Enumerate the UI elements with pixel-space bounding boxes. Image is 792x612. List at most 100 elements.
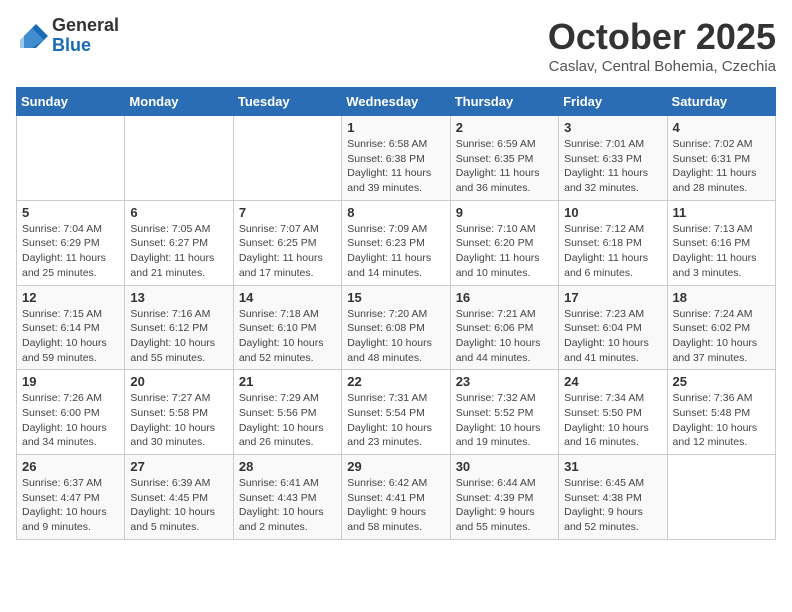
calendar-cell: 21 Sunrise: 7:29 AM Sunset: 5:56 PM Dayli… [233,370,341,455]
day-info: Sunrise: 7:05 AM Sunset: 6:27 PM Dayligh… [130,222,227,281]
day-info: Sunrise: 7:07 AM Sunset: 6:25 PM Dayligh… [239,222,336,281]
calendar-cell: 6 Sunrise: 7:05 AM Sunset: 6:27 PM Daylig… [125,200,233,285]
day-number: 11 [673,205,770,220]
logo-icon [16,20,48,52]
day-info: Sunrise: 7:24 AM Sunset: 6:02 PM Dayligh… [673,307,770,366]
day-number: 5 [22,205,119,220]
day-info: Sunrise: 7:29 AM Sunset: 5:56 PM Dayligh… [239,391,336,450]
calendar-cell: 11 Sunrise: 7:13 AM Sunset: 6:16 PM Dayli… [667,200,775,285]
day-number: 10 [564,205,661,220]
title-area: October 2025 Caslav, Central Bohemia, Cz… [548,16,776,75]
day-number: 2 [456,120,553,135]
calendar-cell: 26Sunrise: 6:37 AM Sunset: 4:47 PM Dayli… [17,455,125,540]
calendar-cell: 20 Sunrise: 7:27 AM Sunset: 5:58 PM Dayli… [125,370,233,455]
calendar-cell: 29 Sunrise: 6:42 AM Sunset: 4:41 PM Dayli… [342,455,450,540]
day-of-week-header: Tuesday [233,88,341,116]
day-info: Sunrise: 7:32 AM Sunset: 5:52 PM Dayligh… [456,391,553,450]
calendar-cell: 14Sunrise: 7:18 AM Sunset: 6:10 PM Dayli… [233,285,341,370]
day-of-week-header: Wednesday [342,88,450,116]
calendar-cell: 12 Sunrise: 7:15 AM Sunset: 6:14 PM Dayli… [17,285,125,370]
calendar-cell: 18 Sunrise: 7:24 AM Sunset: 6:02 PM Dayli… [667,285,775,370]
logo: General Blue [16,16,119,56]
day-number: 15 [347,290,444,305]
day-info: Sunrise: 7:31 AM Sunset: 5:54 PM Dayligh… [347,391,444,450]
logo-blue-text: Blue [52,36,119,56]
day-of-week-header: Saturday [667,88,775,116]
day-info: Sunrise: 6:39 AM Sunset: 4:45 PM Dayligh… [130,476,227,535]
day-number: 18 [673,290,770,305]
day-number: 22 [347,374,444,389]
day-of-week-header: Thursday [450,88,558,116]
calendar-cell: 7 Sunrise: 7:07 AM Sunset: 6:25 PM Daylig… [233,200,341,285]
day-of-week-header: Sunday [17,88,125,116]
calendar-cell: 5 Sunrise: 7:04 AM Sunset: 6:29 PM Daylig… [17,200,125,285]
day-info: Sunrise: 7:10 AM Sunset: 6:20 PM Dayligh… [456,222,553,281]
day-info: Sunrise: 7:02 AM Sunset: 6:31 PM Dayligh… [673,137,770,196]
calendar-cell: 4 Sunrise: 7:02 AM Sunset: 6:31 PM Daylig… [667,116,775,201]
calendar-cell: 2 Sunrise: 6:59 AM Sunset: 6:35 PM Daylig… [450,116,558,201]
day-info: Sunrise: 7:27 AM Sunset: 5:58 PM Dayligh… [130,391,227,450]
day-number: 31 [564,459,661,474]
day-info: Sunrise: 7:18 AM Sunset: 6:10 PM Dayligh… [239,307,336,366]
week-row: 5 Sunrise: 7:04 AM Sunset: 6:29 PM Daylig… [17,200,776,285]
day-number: 24 [564,374,661,389]
day-number: 12 [22,290,119,305]
day-number: 9 [456,205,553,220]
calendar-cell [233,116,341,201]
day-number: 1 [347,120,444,135]
week-row: 12 Sunrise: 7:15 AM Sunset: 6:14 PM Dayli… [17,285,776,370]
calendar-cell: 23 Sunrise: 7:32 AM Sunset: 5:52 PM Dayli… [450,370,558,455]
day-number: 16 [456,290,553,305]
calendar-cell: 15Sunrise: 7:20 AM Sunset: 6:08 PM Dayli… [342,285,450,370]
day-info: Sunrise: 6:58 AM Sunset: 6:38 PM Dayligh… [347,137,444,196]
day-number: 19 [22,374,119,389]
day-info: Sunrise: 7:23 AM Sunset: 6:04 PM Dayligh… [564,307,661,366]
day-number: 20 [130,374,227,389]
day-number: 6 [130,205,227,220]
day-info: Sunrise: 6:41 AM Sunset: 4:43 PM Dayligh… [239,476,336,535]
calendar-table: SundayMondayTuesdayWednesdayThursdayFrid… [16,87,776,540]
week-row: 19Sunrise: 7:26 AM Sunset: 6:00 PM Dayli… [17,370,776,455]
calendar-cell: 24Sunrise: 7:34 AM Sunset: 5:50 PM Dayli… [559,370,667,455]
day-number: 25 [673,374,770,389]
day-info: Sunrise: 7:04 AM Sunset: 6:29 PM Dayligh… [22,222,119,281]
day-info: Sunrise: 6:59 AM Sunset: 6:35 PM Dayligh… [456,137,553,196]
day-number: 13 [130,290,227,305]
day-info: Sunrise: 6:45 AM Sunset: 4:38 PM Dayligh… [564,476,661,535]
logo-general-text: General [52,16,119,36]
day-number: 21 [239,374,336,389]
calendar-cell: 27 Sunrise: 6:39 AM Sunset: 4:45 PM Dayli… [125,455,233,540]
day-of-week-header: Friday [559,88,667,116]
day-info: Sunrise: 7:15 AM Sunset: 6:14 PM Dayligh… [22,307,119,366]
day-info: Sunrise: 6:44 AM Sunset: 4:39 PM Dayligh… [456,476,553,535]
day-number: 3 [564,120,661,135]
calendar-cell: 16 Sunrise: 7:21 AM Sunset: 6:06 PM Dayli… [450,285,558,370]
calendar-cell: 25 Sunrise: 7:36 AM Sunset: 5:48 PM Dayli… [667,370,775,455]
day-number: 28 [239,459,336,474]
calendar-cell: 3 Sunrise: 7:01 AM Sunset: 6:33 PM Daylig… [559,116,667,201]
day-number: 23 [456,374,553,389]
day-info: Sunrise: 7:16 AM Sunset: 6:12 PM Dayligh… [130,307,227,366]
day-info: Sunrise: 7:12 AM Sunset: 6:18 PM Dayligh… [564,222,661,281]
day-info: Sunrise: 6:42 AM Sunset: 4:41 PM Dayligh… [347,476,444,535]
day-number: 4 [673,120,770,135]
week-row: 1 Sunrise: 6:58 AM Sunset: 6:38 PM Daylig… [17,116,776,201]
day-info: Sunrise: 7:13 AM Sunset: 6:16 PM Dayligh… [673,222,770,281]
day-info: Sunrise: 7:36 AM Sunset: 5:48 PM Dayligh… [673,391,770,450]
day-number: 8 [347,205,444,220]
day-info: Sunrise: 7:01 AM Sunset: 6:33 PM Dayligh… [564,137,661,196]
calendar-cell: 30Sunrise: 6:44 AM Sunset: 4:39 PM Dayli… [450,455,558,540]
calendar-cell: 10 Sunrise: 7:12 AM Sunset: 6:18 PM Dayli… [559,200,667,285]
day-info: Sunrise: 7:21 AM Sunset: 6:06 PM Dayligh… [456,307,553,366]
day-number: 27 [130,459,227,474]
day-of-week-header: Monday [125,88,233,116]
calendar-cell [17,116,125,201]
day-number: 29 [347,459,444,474]
location: Caslav, Central Bohemia, Czechia [548,58,776,75]
calendar-cell: 8Sunrise: 7:09 AM Sunset: 6:23 PM Daylig… [342,200,450,285]
day-number: 17 [564,290,661,305]
calendar-cell: 22 Sunrise: 7:31 AM Sunset: 5:54 PM Dayli… [342,370,450,455]
calendar-cell: 9 Sunrise: 7:10 AM Sunset: 6:20 PM Daylig… [450,200,558,285]
day-number: 7 [239,205,336,220]
header-row: SundayMondayTuesdayWednesdayThursdayFrid… [17,88,776,116]
